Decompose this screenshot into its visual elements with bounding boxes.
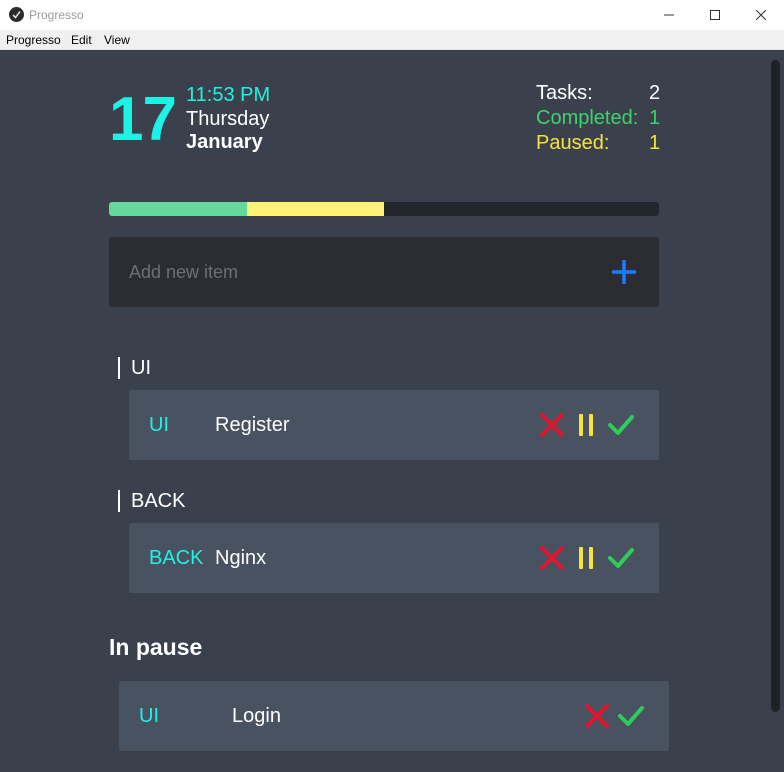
delete-x-icon xyxy=(585,704,609,728)
complete-button[interactable] xyxy=(607,544,635,572)
task-title: Login xyxy=(232,705,281,727)
complete-button[interactable] xyxy=(607,411,635,439)
delete-button[interactable] xyxy=(538,411,566,439)
completed-count: 1 xyxy=(649,107,661,129)
task-title: Register xyxy=(215,414,290,436)
menu-progresso[interactable]: Progresso xyxy=(6,33,61,47)
delete-button[interactable] xyxy=(583,702,611,730)
task-tag: UI xyxy=(149,414,169,436)
task-tag: BACK xyxy=(149,547,204,569)
progress-bar xyxy=(109,202,659,216)
add-item-button[interactable] xyxy=(609,257,639,287)
maximize-button[interactable] xyxy=(692,0,738,30)
complete-button[interactable] xyxy=(617,702,645,730)
checkmark-icon xyxy=(608,415,634,435)
add-item-input[interactable] xyxy=(129,257,589,287)
scrollbar-thumb[interactable] xyxy=(771,60,780,712)
task-card: BACK Nginx xyxy=(129,523,659,593)
paused-label: Paused: xyxy=(536,132,610,154)
maximize-icon xyxy=(710,10,720,20)
month: January xyxy=(186,131,263,153)
tasks-label: Tasks: xyxy=(536,82,593,104)
menu-edit[interactable]: Edit xyxy=(71,33,92,47)
close-icon xyxy=(756,10,766,20)
day-number: 17 xyxy=(109,85,177,154)
checkmark-icon xyxy=(608,548,634,568)
window-title: Progresso xyxy=(29,8,84,22)
current-time: 11:53 PM xyxy=(186,84,271,106)
pause-icon xyxy=(579,547,593,569)
completed-label: Completed: xyxy=(536,107,639,129)
minimize-icon xyxy=(664,14,674,16)
pause-icon xyxy=(579,414,593,436)
menu-view[interactable]: View xyxy=(104,33,130,47)
checkmark-icon xyxy=(618,706,644,726)
close-button[interactable] xyxy=(738,0,784,30)
paused-section-heading: In pause xyxy=(109,634,203,660)
pause-button[interactable] xyxy=(572,544,600,572)
delete-button[interactable] xyxy=(538,544,566,572)
paused-count: 1 xyxy=(649,132,661,154)
progress-completed-segment xyxy=(109,202,247,216)
group-heading-ui: UI xyxy=(118,357,151,379)
weekday: Thursday xyxy=(186,108,270,130)
tasks-count: 2 xyxy=(649,82,661,104)
pause-button[interactable] xyxy=(572,411,600,439)
title-bar: Progresso xyxy=(0,0,784,30)
menu-bar: Progresso Edit View xyxy=(0,30,784,50)
task-card: UI Register xyxy=(129,390,659,460)
minimize-button[interactable] xyxy=(646,0,692,30)
task-tag: UI xyxy=(139,705,159,727)
add-item-panel xyxy=(109,237,659,307)
app-logo-icon xyxy=(9,7,24,22)
progress-paused-segment xyxy=(246,202,384,216)
paused-task-card: UI Login xyxy=(119,681,669,751)
group-heading-back: BACK xyxy=(118,490,185,512)
delete-x-icon xyxy=(540,546,564,570)
delete-x-icon xyxy=(540,413,564,437)
task-title: Nginx xyxy=(215,547,267,569)
plus-icon xyxy=(612,260,636,284)
